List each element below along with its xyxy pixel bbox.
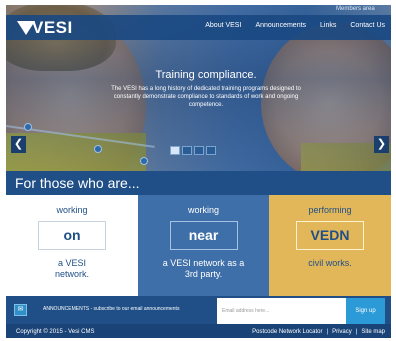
- card-working-on[interactable]: working on a VESI network.: [6, 195, 138, 296]
- hero-slider: Members area VESI About VESI Announcemen…: [6, 5, 391, 171]
- nav-item-announcements[interactable]: Announcements: [255, 22, 306, 29]
- logo-text: VESI: [32, 18, 73, 37]
- footer-separator: |: [355, 329, 358, 335]
- card-bottom-text: a VESI network.: [6, 258, 138, 280]
- card-keyword: VEDN: [296, 221, 364, 250]
- top-navigation: VESI About VESI Announcements Links Cont…: [6, 15, 391, 40]
- card-bottom-text: civil works.: [269, 258, 391, 269]
- card-top-label: working: [56, 205, 88, 215]
- card-performing-vedn[interactable]: performing VEDN civil works.: [269, 195, 391, 296]
- card-keyword: near: [169, 221, 238, 250]
- slide-description: The VESI has a long history of dedicated…: [111, 86, 301, 108]
- footer-link-site-map[interactable]: Site map: [361, 329, 385, 335]
- card-bottom-text: a VESI network as a 3rd party.: [138, 258, 269, 280]
- slide-caption: Training compliance. The VESI has a long…: [101, 69, 311, 109]
- slide-dot[interactable]: [206, 146, 216, 155]
- slide-pagination: [170, 146, 216, 155]
- mail-icon: ✉: [14, 304, 27, 316]
- decorative-node: [24, 123, 32, 131]
- members-area-link[interactable]: Members area: [336, 6, 375, 12]
- nav-links: About VESI Announcements Links Contact U…: [205, 22, 385, 29]
- newsletter-bar: ✉ ANNOUNCEMENTS - subscribe to our email…: [6, 296, 391, 324]
- card-bottom-line: a VESI network as a: [162, 258, 245, 268]
- footer: Copyright © 2015 - Vesi CMS Postcode Net…: [6, 324, 391, 338]
- card-bottom-line: a VESI: [57, 258, 86, 268]
- card-top-label: working: [187, 205, 219, 215]
- card-keyword: on: [38, 221, 106, 250]
- vesi-logo[interactable]: VESI: [17, 18, 73, 37]
- card-bottom-line: 3rd party.: [184, 269, 223, 279]
- email-field[interactable]: [217, 298, 346, 324]
- slide-dot[interactable]: [194, 146, 204, 155]
- copyright-text: Copyright © 2015 - Vesi CMS: [16, 329, 95, 335]
- nav-item-links[interactable]: Links: [320, 22, 336, 29]
- page: Members area VESI About VESI Announcemen…: [6, 5, 391, 338]
- chevron-left-icon[interactable]: ❮: [11, 136, 26, 153]
- footer-link-privacy[interactable]: Privacy: [332, 329, 352, 335]
- card-working-near[interactable]: working near a VESI network as a 3rd par…: [138, 195, 269, 296]
- footer-link-postcode-locator[interactable]: Postcode Network Locator: [252, 329, 322, 335]
- card-top-label: performing: [308, 205, 352, 215]
- audience-heading: For those who are...: [15, 175, 140, 191]
- slide-title: Training compliance.: [155, 69, 257, 81]
- nav-item-about[interactable]: About VESI: [205, 22, 241, 29]
- slide-dot[interactable]: [182, 146, 192, 155]
- chevron-right-icon[interactable]: ❯: [374, 136, 389, 153]
- slide-dot[interactable]: [170, 146, 180, 155]
- card-bottom-line: civil works.: [308, 258, 352, 268]
- footer-separator: |: [326, 329, 329, 335]
- card-bottom-line: network.: [54, 269, 89, 279]
- nav-item-contact[interactable]: Contact Us: [350, 22, 385, 29]
- decorative-node: [140, 157, 148, 165]
- decorative-node: [94, 145, 102, 153]
- newsletter-label: ANNOUNCEMENTS - subscribe to our email a…: [43, 306, 180, 312]
- audience-band: For those who are...: [6, 171, 391, 195]
- sign-up-button[interactable]: Sign up: [346, 298, 385, 324]
- footer-links: Postcode Network Locator | Privacy | Sit…: [252, 329, 385, 335]
